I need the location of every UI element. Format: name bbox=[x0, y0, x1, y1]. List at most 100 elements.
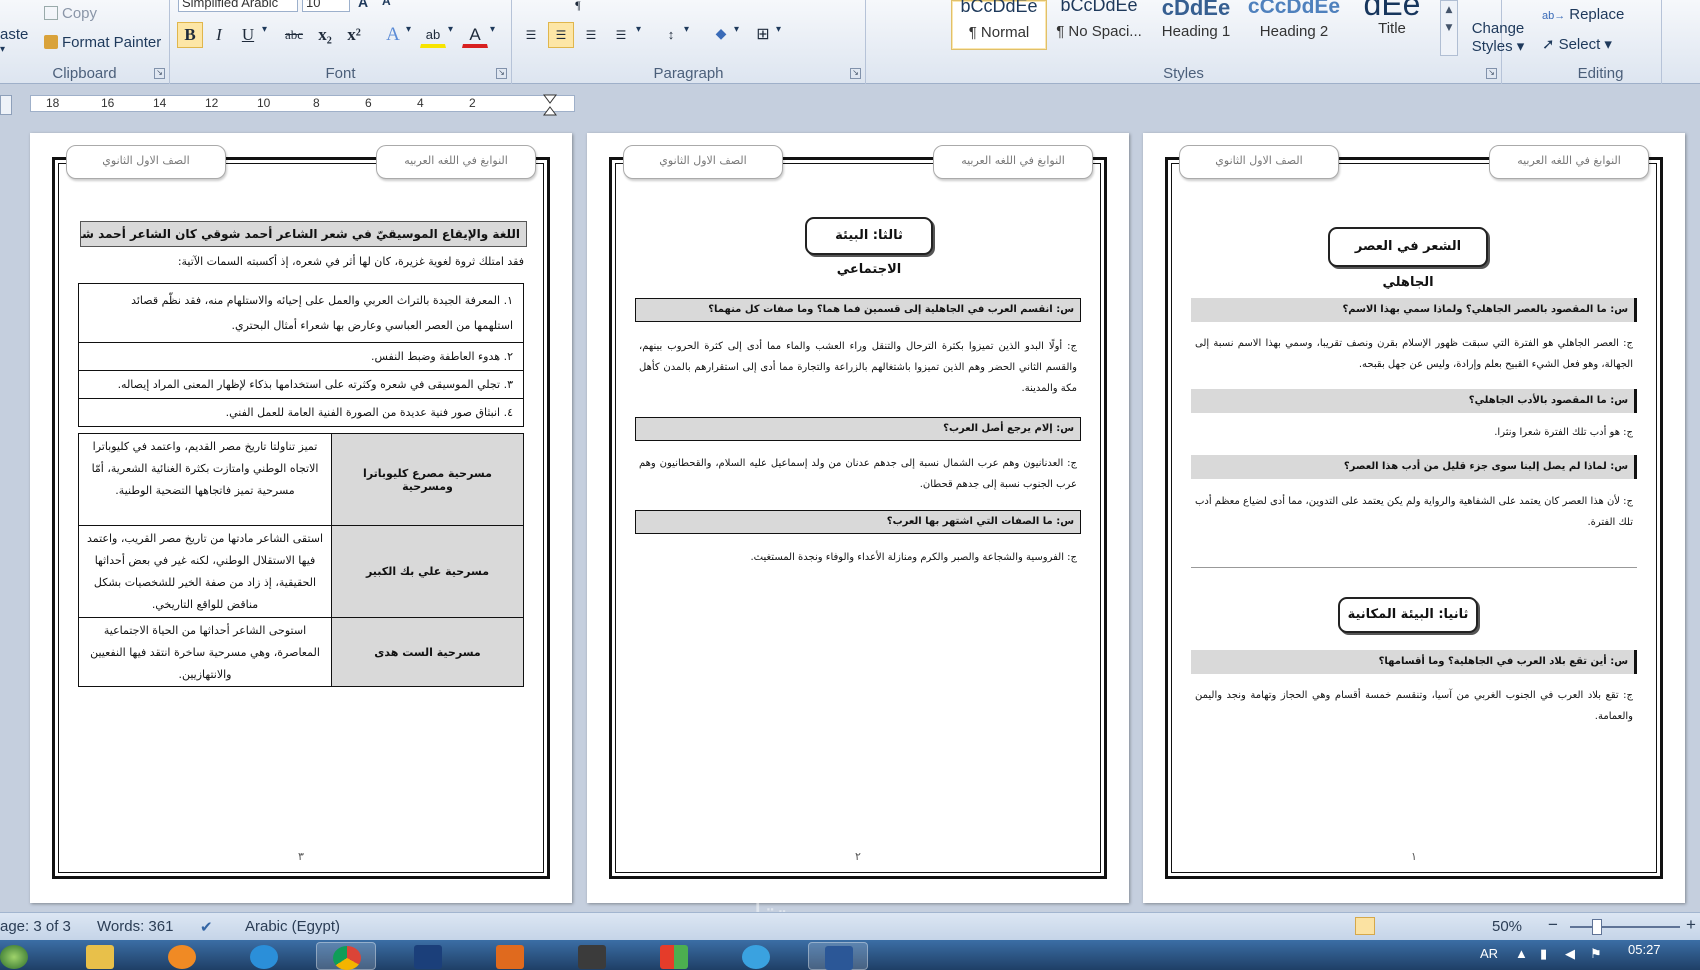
shading-dropdown-icon[interactable]: ▾ bbox=[734, 24, 739, 35]
taskbar-chrome[interactable] bbox=[316, 942, 376, 970]
superscript-button[interactable]: x² bbox=[341, 22, 367, 48]
divider bbox=[1191, 567, 1637, 568]
taskbar-ie[interactable] bbox=[234, 942, 294, 970]
zoom-slider-track[interactable] bbox=[1570, 926, 1680, 928]
folder-icon bbox=[86, 945, 114, 969]
paragraph-launcher-icon[interactable]: ↘ bbox=[850, 68, 861, 79]
shading-icon[interactable]: ◆ bbox=[708, 22, 734, 48]
network-icon[interactable]: ▮ bbox=[1540, 946, 1547, 962]
line-spacing-dropdown-icon[interactable]: ▾ bbox=[684, 24, 689, 35]
zoom-slider-thumb[interactable] bbox=[1592, 919, 1602, 935]
question-bar: س: ما المقصود بالأدب الجاهلي؟ bbox=[1191, 389, 1637, 413]
header-grade: الصف الاول الثانوي bbox=[1179, 145, 1339, 179]
volume-icon[interactable]: ◀ bbox=[1565, 946, 1575, 962]
style-name: Heading 2 bbox=[1259, 23, 1329, 40]
bold-button[interactable]: B bbox=[177, 22, 203, 48]
page-1[interactable]: النوابغ في اللغه العربيه الصف الاول الثا… bbox=[1143, 133, 1685, 903]
draft-view-icon[interactable] bbox=[1451, 917, 1471, 935]
text-effects-dropdown-icon[interactable]: ▾ bbox=[406, 24, 411, 35]
language-indicator[interactable]: Arabic (Egypt) bbox=[245, 918, 340, 935]
horizontal-ruler[interactable]: 18 16 14 12 10 8 6 4 2 bbox=[30, 94, 575, 116]
shrink-font-icon[interactable]: A bbox=[382, 0, 391, 8]
header-subject: النوابغ في اللغه العربيه bbox=[1489, 145, 1649, 179]
style-normal[interactable]: bCcDdEe ¶ Normal bbox=[951, 0, 1047, 50]
grow-font-icon[interactable]: A bbox=[358, 0, 368, 10]
underline-dropdown-icon[interactable]: ▾ bbox=[262, 24, 267, 35]
justify-icon[interactable]: ☰ bbox=[608, 22, 634, 48]
web-layout-icon[interactable] bbox=[1403, 917, 1423, 935]
full-screen-reading-icon[interactable] bbox=[1379, 917, 1399, 935]
play-description: تميز تناولتا تاريخ مصر القديم، واعتمد في… bbox=[91, 440, 319, 497]
select-button[interactable]: ➚ Select ▾ bbox=[1542, 35, 1612, 53]
header-grade: الصف الاول الثانوي bbox=[623, 145, 783, 179]
align-center-icon[interactable]: ☰ bbox=[548, 22, 574, 48]
traits-item: ٤. انبثاق صور فنية عديدة من الصورة الفني… bbox=[225, 406, 513, 419]
tray-up-arrow-icon[interactable]: ▲ bbox=[1515, 946, 1528, 961]
proofing-icon[interactable]: ✔ bbox=[200, 918, 213, 936]
font-color-button[interactable]: A bbox=[462, 22, 488, 48]
copy-button[interactable]: Copy bbox=[44, 5, 97, 22]
taskbar-word[interactable] bbox=[808, 942, 868, 970]
borders-dropdown-icon[interactable]: ▾ bbox=[776, 24, 781, 35]
format-painter-label: Format Painter bbox=[62, 34, 162, 51]
taskbar-explorer[interactable] bbox=[70, 942, 130, 970]
highlight-button[interactable]: ab bbox=[420, 22, 446, 48]
input-language[interactable]: AR bbox=[1480, 946, 1498, 961]
clock[interactable]: 05:27 bbox=[1628, 942, 1661, 957]
indent-marker-icon[interactable] bbox=[543, 94, 557, 116]
taskbar-app-blue[interactable] bbox=[726, 942, 786, 970]
align-right-icon[interactable]: ☰ bbox=[578, 22, 604, 48]
ruler-tick: 18 bbox=[46, 96, 60, 110]
highlight-dropdown-icon[interactable]: ▾ bbox=[448, 24, 453, 35]
copy-label: Copy bbox=[62, 5, 98, 22]
style-title[interactable]: dEe Title bbox=[1344, 0, 1440, 50]
paste-button[interactable]: aste bbox=[0, 26, 28, 43]
start-button[interactable] bbox=[0, 942, 34, 970]
align-left-icon[interactable]: ☰ bbox=[518, 22, 544, 48]
taskbar-app-windows[interactable] bbox=[644, 942, 704, 970]
taskbar-sublime[interactable] bbox=[562, 942, 622, 970]
page-count[interactable]: age: 3 of 3 bbox=[0, 918, 71, 935]
action-center-icon[interactable]: ⚑ bbox=[1590, 946, 1602, 962]
font-size-combo[interactable]: 10 bbox=[302, 0, 350, 12]
borders-icon[interactable]: ⊞ bbox=[750, 22, 776, 48]
font-launcher-icon[interactable]: ↘ bbox=[496, 68, 507, 79]
taskbar-media-player[interactable] bbox=[152, 942, 212, 970]
style-heading-2[interactable]: cCcDdEe Heading 2 bbox=[1246, 0, 1342, 50]
page-3[interactable]: النوابغ في اللغه العربيه الصف الاول الثا… bbox=[30, 133, 572, 903]
replace-button[interactable]: ab→ Replace bbox=[1542, 6, 1624, 23]
clipboard-label: Clipboard bbox=[52, 65, 117, 82]
page-2[interactable]: النوابغ في اللغه العربيه الصف الاول الثا… bbox=[587, 133, 1129, 903]
styles-launcher-icon[interactable]: ↘ bbox=[1486, 68, 1497, 79]
font-color-dropdown-icon[interactable]: ▾ bbox=[490, 24, 495, 35]
strikethrough-button[interactable]: abc bbox=[278, 22, 310, 48]
traits-table: ١. المعرفة الجيدة بالتراث العربي والعمل … bbox=[78, 283, 524, 427]
styles-gallery-scroll[interactable]: ▲ ▼ bbox=[1440, 0, 1458, 56]
clipboard-launcher-icon[interactable]: ↘ bbox=[154, 68, 165, 79]
zoom-in-button[interactable]: + bbox=[1686, 915, 1696, 935]
format-painter-button[interactable]: Format Painter bbox=[44, 34, 161, 51]
style-no-spacing[interactable]: bCcDdEe ¶ No Spaci... bbox=[1051, 0, 1147, 50]
style-heading-1[interactable]: cDdEe Heading 1 bbox=[1148, 0, 1244, 50]
italic-button[interactable]: I bbox=[206, 22, 232, 48]
style-preview: cDdEe bbox=[1161, 0, 1231, 20]
outline-view-icon[interactable] bbox=[1427, 917, 1447, 935]
justify-dropdown-icon[interactable]: ▾ bbox=[636, 24, 641, 35]
underline-button[interactable]: U bbox=[235, 22, 261, 48]
line-spacing-icon[interactable]: ↕ bbox=[658, 22, 684, 48]
taskbar-app-orange[interactable] bbox=[480, 942, 540, 970]
header-subject: النوابغ في اللغه العربيه bbox=[376, 145, 536, 179]
taskbar-photoshop[interactable] bbox=[398, 942, 458, 970]
print-layout-view-icon[interactable] bbox=[1355, 917, 1375, 935]
change-styles-label[interactable]: Change Styles ▾ bbox=[1463, 20, 1533, 56]
paste-dropdown-icon[interactable]: ▾ bbox=[0, 44, 5, 55]
zoom-out-button[interactable]: − bbox=[1548, 915, 1558, 935]
text-effects-icon[interactable]: A bbox=[380, 22, 406, 48]
sort-icon[interactable]: ¶ bbox=[564, 0, 592, 18]
zoom-level[interactable]: 50% bbox=[1492, 918, 1522, 935]
font-name-combo[interactable]: Simplified Arabic bbox=[178, 0, 298, 12]
word-count[interactable]: Words: 361 bbox=[97, 918, 173, 935]
page-number: ٣ bbox=[298, 850, 304, 863]
ruler-tick: 14 bbox=[153, 96, 167, 110]
subscript-button[interactable]: x₂ bbox=[312, 22, 338, 48]
